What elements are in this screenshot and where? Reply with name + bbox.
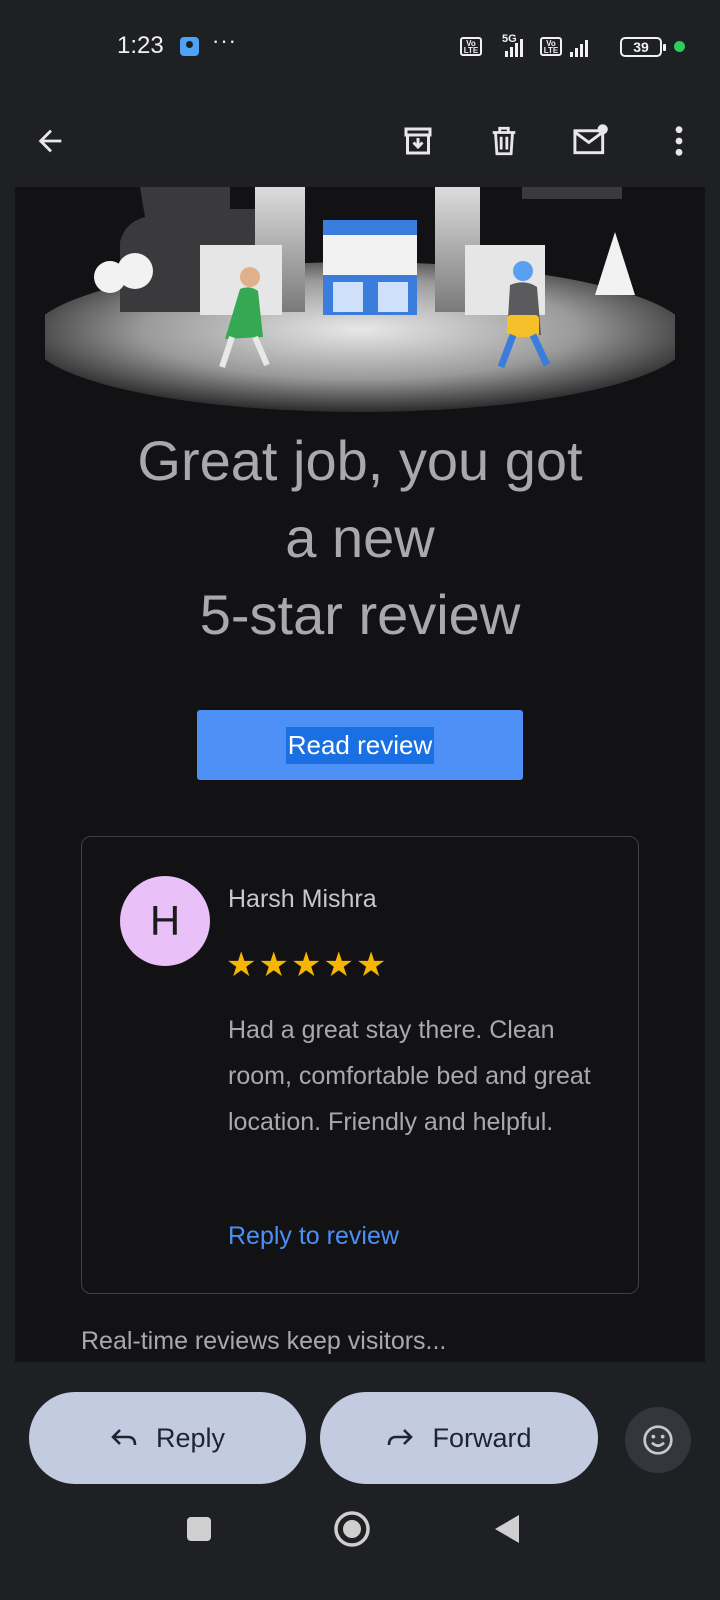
headline-line-1: Great job, you got — [137, 429, 583, 492]
archive-icon[interactable] — [394, 117, 442, 165]
battery-icon: 39 — [620, 37, 666, 57]
back-arrow-icon[interactable] — [26, 117, 74, 165]
signal-icon-2 — [570, 37, 588, 57]
home-nav-button[interactable] — [322, 1499, 382, 1559]
volte-icon-2: Vo LTE — [540, 37, 562, 56]
recents-nav-button[interactable] — [169, 1499, 229, 1559]
status-bar: 1:23 ··· Vo LTE 5G Vo LTE 39 — [0, 0, 720, 95]
circle-icon — [334, 1511, 370, 1547]
reply-button[interactable]: Reply — [29, 1392, 306, 1484]
storefront-illustration — [45, 187, 675, 412]
action-bar: Reply Forward — [0, 1362, 720, 1600]
reply-to-review-link[interactable]: Reply to review — [228, 1222, 399, 1251]
emoji-smile-icon — [643, 1425, 673, 1455]
square-icon — [187, 1517, 211, 1541]
headline-line-2: a new — [285, 506, 435, 569]
reply-button-label: Reply — [155, 1422, 226, 1453]
emoji-reaction-button[interactable] — [625, 1407, 691, 1473]
forward-icon — [388, 1429, 414, 1446]
mark-unread-icon[interactable] — [567, 117, 615, 165]
email-headline: Great job, you got a new 5-star review — [15, 422, 705, 653]
volte-icon: Vo LTE — [460, 37, 482, 56]
forward-button[interactable]: Forward — [320, 1392, 598, 1484]
status-time: 1:23 — [117, 32, 164, 59]
triangle-back-icon — [495, 1515, 519, 1543]
headline-line-3: 5-star review — [199, 583, 521, 646]
more-vertical-icon[interactable] — [655, 117, 703, 165]
review-text: Had a great stay there. Clean room, comf… — [228, 1016, 591, 1136]
reply-icon — [111, 1429, 137, 1446]
forward-button-label: Forward — [432, 1422, 532, 1453]
location-icon — [180, 37, 199, 56]
read-review-button[interactable]: Read review — [197, 710, 523, 780]
reviewer-name: Harsh Mishra — [228, 885, 377, 913]
status-more-indicator: ··· — [212, 28, 237, 53]
email-body: Great job, you got a new 5-star review R… — [15, 187, 705, 1362]
trash-icon[interactable] — [480, 117, 528, 165]
privacy-indicator-dot — [674, 41, 685, 52]
email-toolbar — [0, 95, 720, 187]
signal-icon — [505, 37, 523, 57]
back-nav-button[interactable] — [477, 1499, 537, 1559]
star-rating: ★★★★★ — [226, 946, 389, 984]
avatar: H — [120, 876, 210, 966]
cut-off-paragraph: Real-time reviews keep visitors... — [81, 1327, 447, 1355]
read-review-button-label: Read review — [285, 726, 435, 764]
review-card: H Harsh Mishra ★★★★★ Had a great stay th… — [81, 836, 639, 1294]
